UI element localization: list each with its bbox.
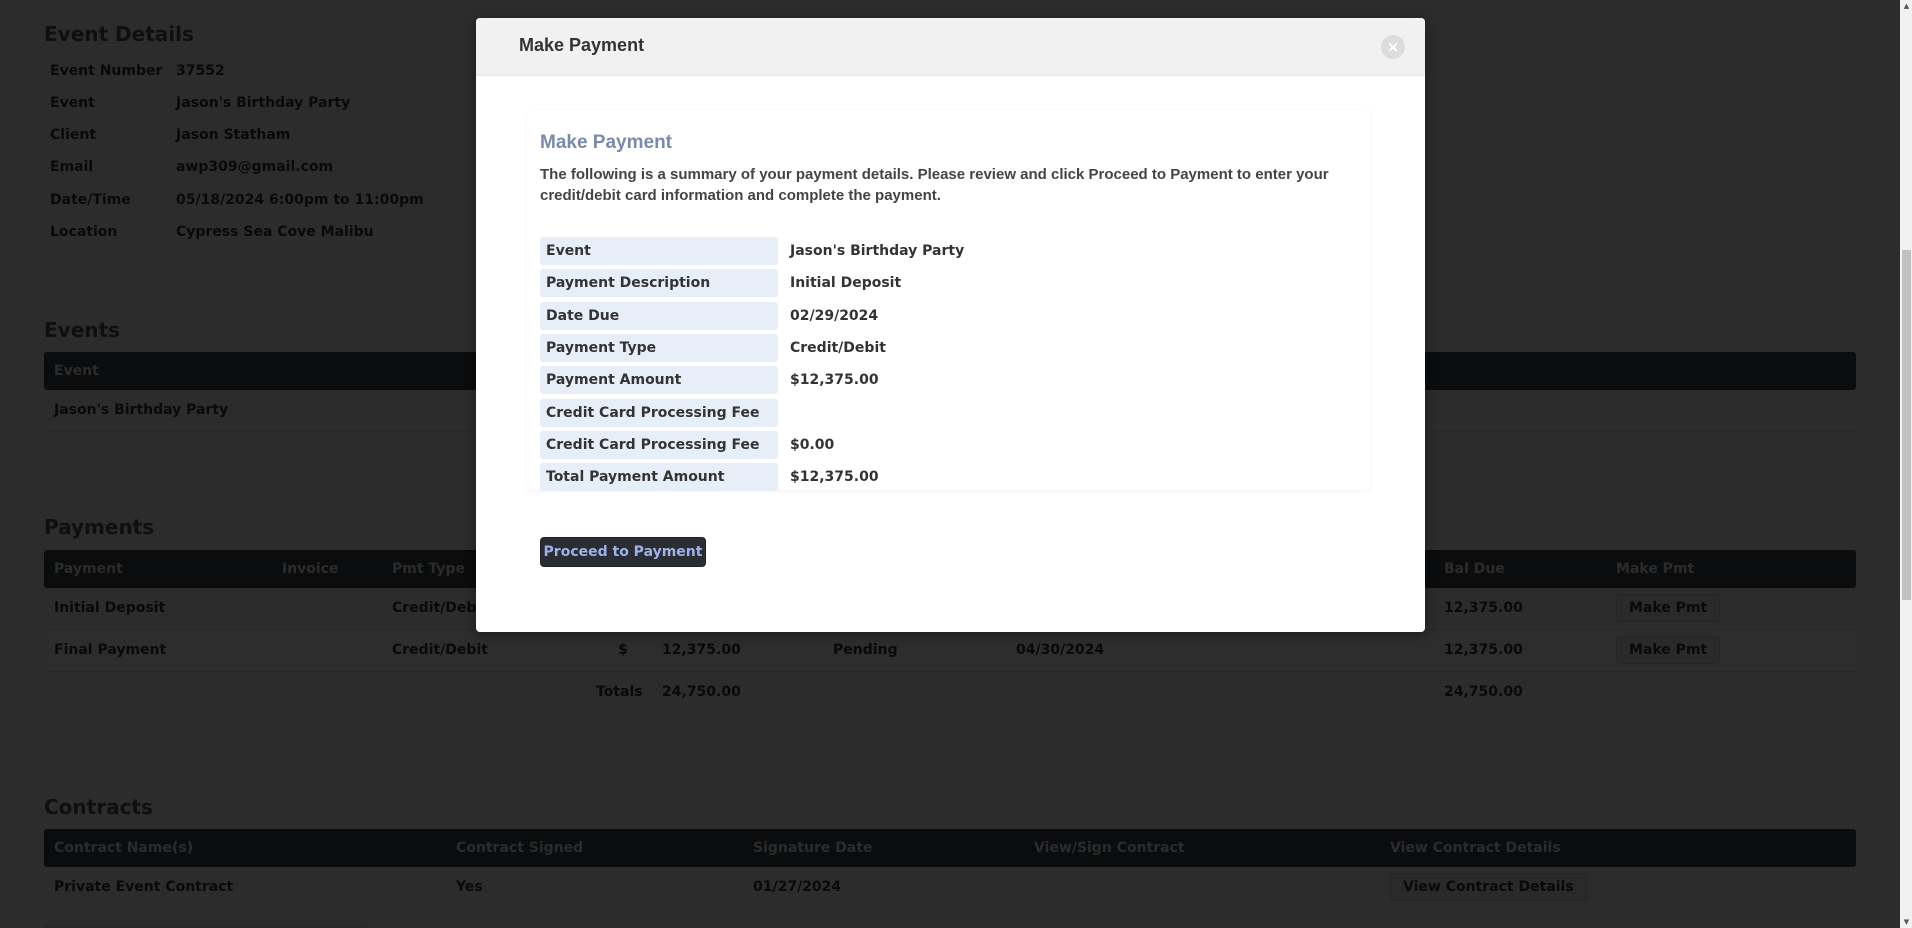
scroll-thumb[interactable] bbox=[1902, 250, 1911, 600]
modal-header: Make Payment × bbox=[476, 18, 1425, 76]
detail-row: Credit Card Processing Fee $0.00 bbox=[540, 429, 1358, 461]
detail-label: Payment Description bbox=[540, 269, 778, 298]
summary-description: The following is a summary of your payme… bbox=[540, 166, 1329, 204]
modal-title: Make Payment bbox=[519, 35, 645, 55]
detail-value: $12,375.00 bbox=[790, 372, 879, 389]
detail-label: Credit Card Processing Fee bbox=[540, 430, 778, 459]
detail-label: Payment Type bbox=[540, 334, 778, 363]
payment-details-table: Event Jason's Birthday Party Payment Desc… bbox=[540, 235, 1358, 493]
detail-value: Credit/Debit bbox=[790, 340, 886, 357]
detail-row: Credit Card Processing Fee % bbox=[540, 396, 1358, 449]
detail-label: Credit Card Processing Fee % bbox=[540, 398, 778, 449]
detail-label: Total Payment Amount bbox=[540, 463, 778, 492]
detail-label: Date Due bbox=[540, 301, 778, 330]
detail-label: Payment Amount bbox=[540, 366, 778, 395]
detail-value: $12,375.00 bbox=[790, 469, 879, 486]
detail-value: Initial Deposit bbox=[790, 275, 902, 292]
scroll-up-arrow-icon[interactable]: ▲ bbox=[1902, 2, 1911, 10]
payment-summary-card: Make Payment The following is a summary … bbox=[527, 110, 1370, 493]
scroll-down-arrow-icon[interactable]: ▼ bbox=[1902, 918, 1911, 926]
detail-value: 02/29/2024 bbox=[790, 307, 879, 324]
detail-value: $0.00 bbox=[790, 436, 835, 453]
detail-value: Jason's Birthday Party bbox=[790, 243, 965, 260]
detail-row: Date Due 02/29/2024 bbox=[540, 300, 1358, 332]
summary-heading: Make Payment bbox=[540, 132, 673, 153]
detail-row: Total Payment Amount $12,375.00 bbox=[540, 461, 1358, 493]
detail-row: Payment Description Initial Deposit bbox=[540, 267, 1358, 299]
detail-row: Payment Amount $12,375.00 bbox=[540, 364, 1358, 396]
detail-row: Payment Type Credit/Debit bbox=[540, 332, 1358, 364]
detail-row: Event Jason's Birthday Party bbox=[540, 235, 1358, 267]
proceed-to-payment-button[interactable]: Proceed to Payment bbox=[540, 537, 706, 567]
detail-label: Event bbox=[540, 237, 778, 266]
vertical-scrollbar[interactable]: ▲ ▼ bbox=[1900, 0, 1912, 928]
make-payment-modal: Make Payment × Make Payment The followin… bbox=[476, 18, 1425, 632]
close-icon[interactable]: × bbox=[1381, 35, 1405, 59]
